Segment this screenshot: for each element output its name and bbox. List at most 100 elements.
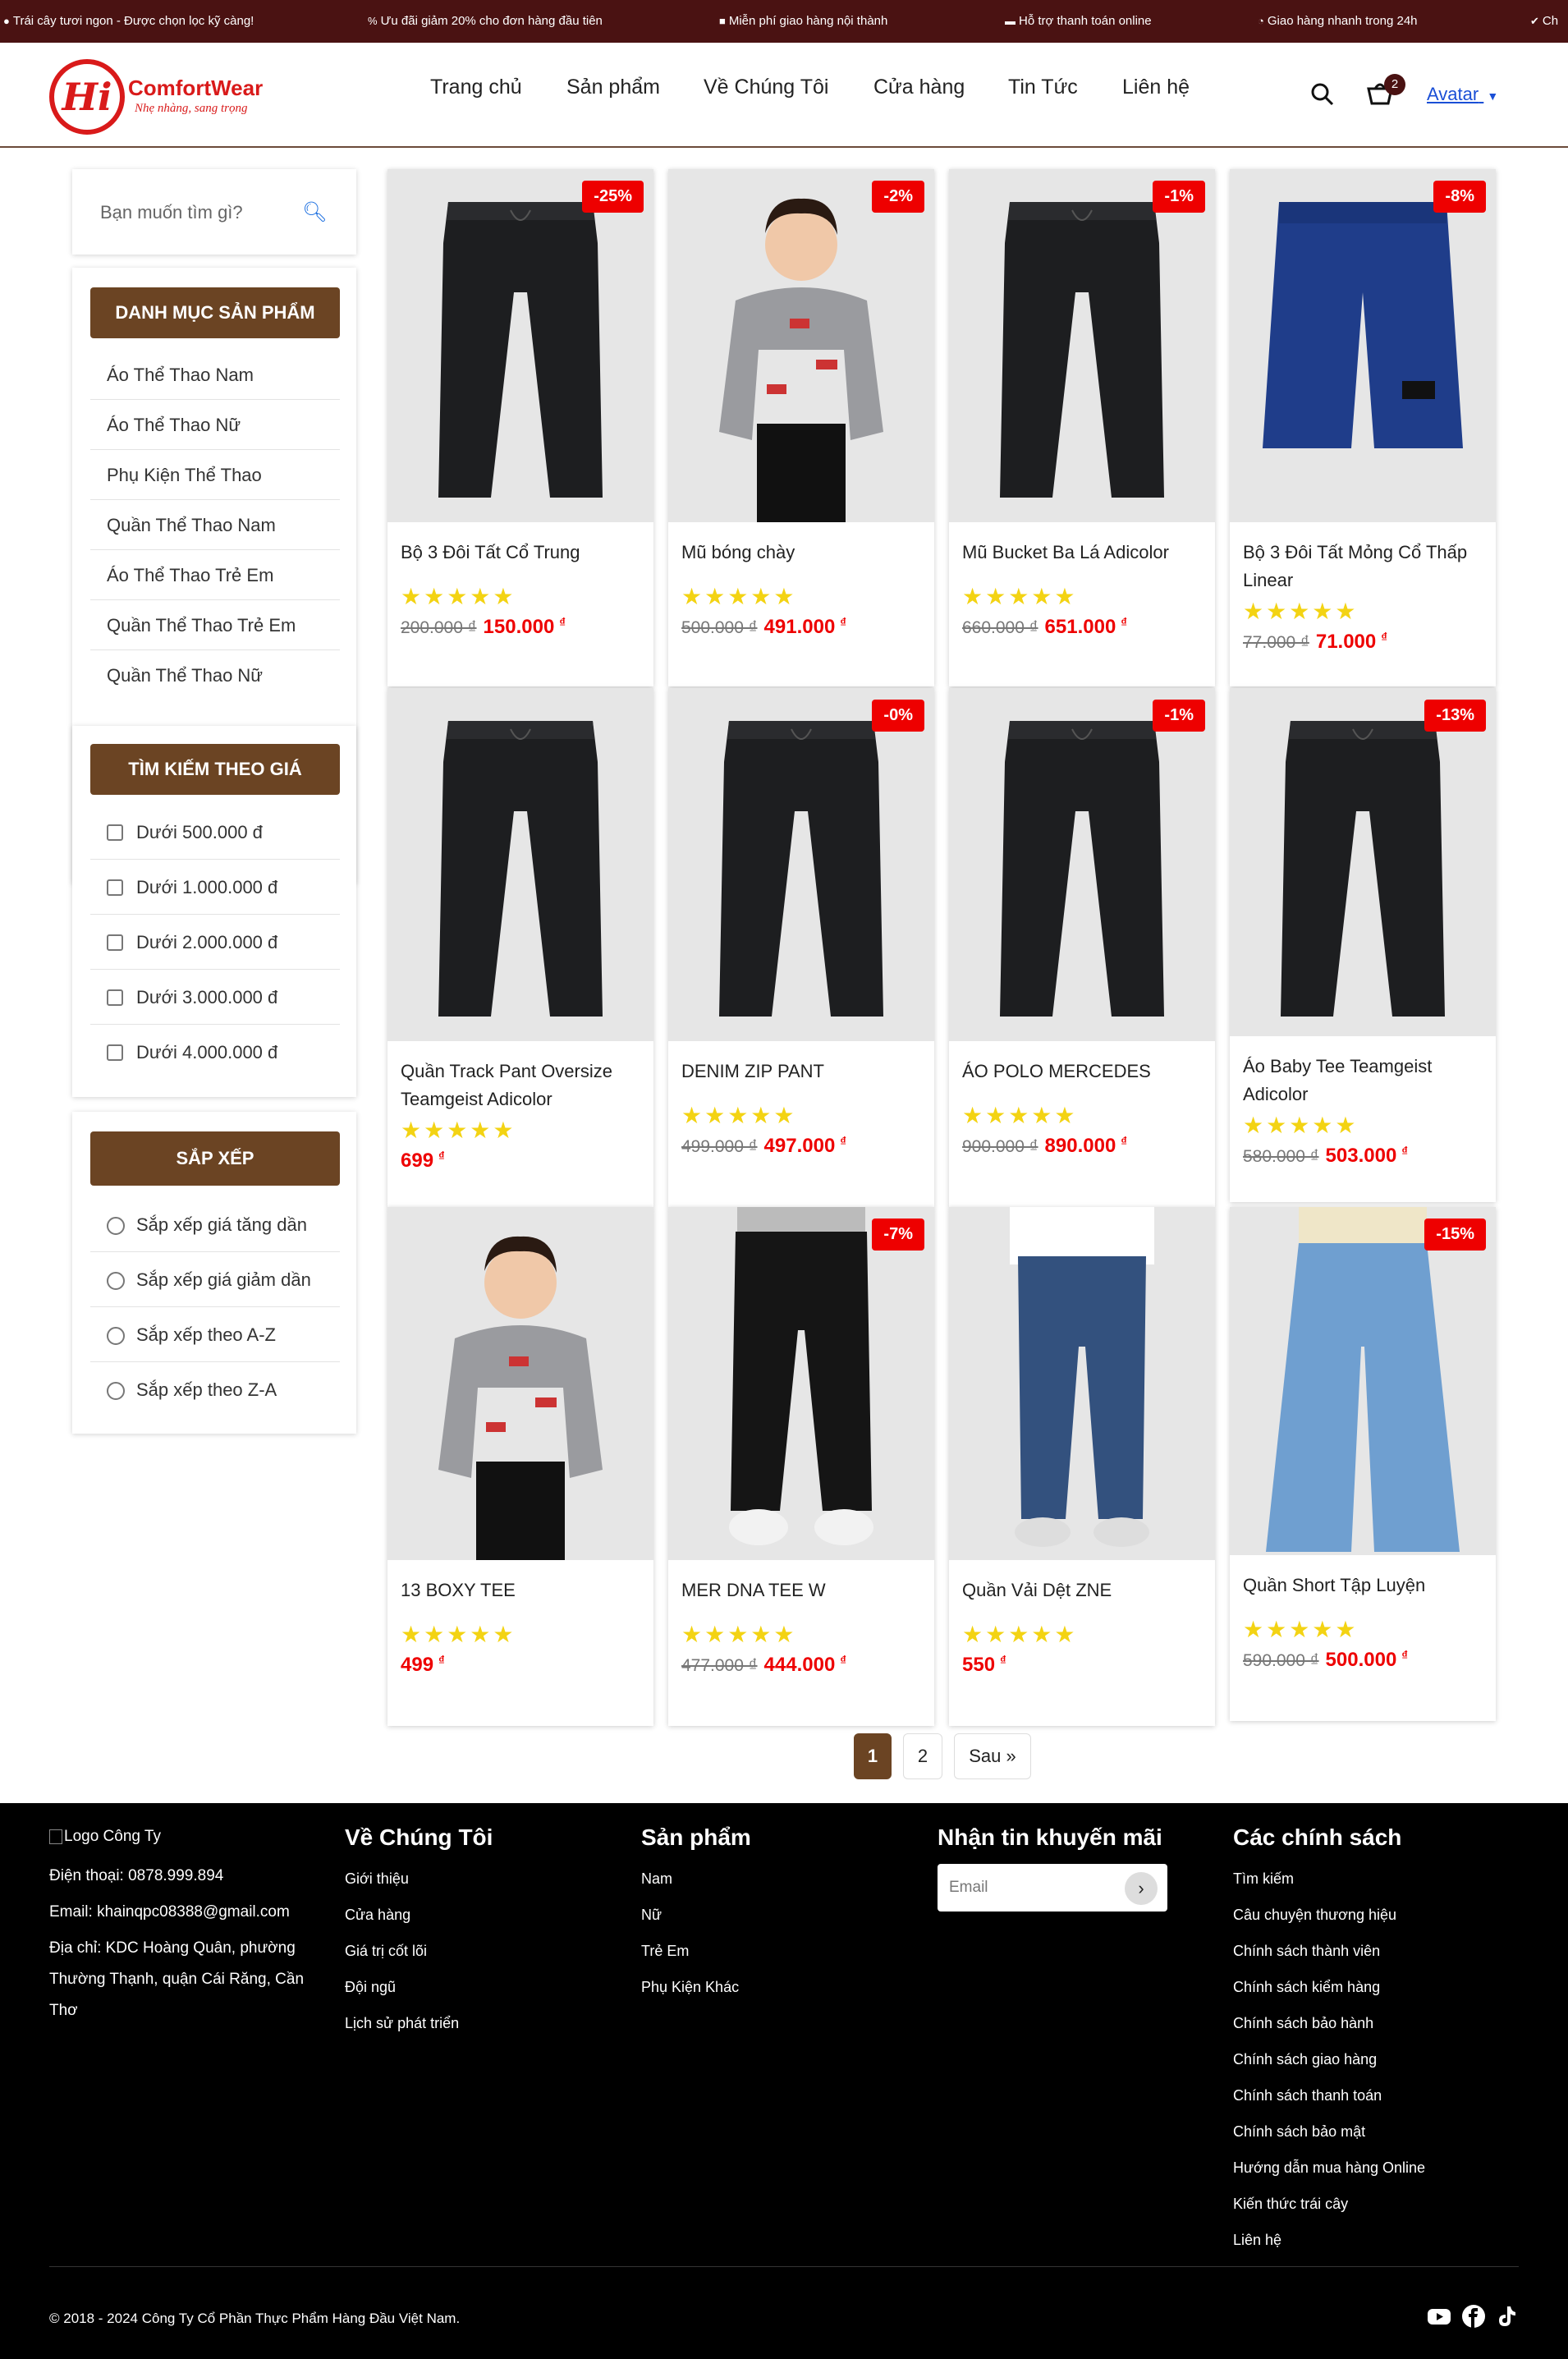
category-item[interactable]: Áo Thể Thao Nam [90,350,340,400]
footer-link[interactable]: Liên hệ [1233,2232,1281,2249]
product-name[interactable]: Quần Vải Dệt ZNE [962,1576,1202,1604]
checkbox[interactable] [107,879,123,896]
chevron-right-icon[interactable]: › [1125,1872,1158,1905]
sidebar-search[interactable]: Bạn muốn tìm gì? 🔍︎ [72,169,356,255]
product-image[interactable] [387,1207,653,1560]
product-card[interactable]: -1% ÁO POLO MERCEDES ★★★★★ 900.000 ₫ 890.000… [949,688,1215,1207]
nav-about[interactable]: Về Chúng Tôi [704,76,828,99]
product-card[interactable]: Quần Track Pant Oversize Teamgeist Adico… [387,688,653,1207]
next-page-button[interactable]: Sau » [954,1733,1031,1779]
footer-link[interactable]: Chính sách bảo mật [1233,2123,1365,2141]
price-filter-option[interactable]: Dưới 4.000.000 đ [90,1025,340,1080]
product-image[interactable] [668,1207,934,1560]
nav-products[interactable]: Sản phẩm [566,76,660,99]
product-image[interactable] [387,688,653,1041]
footer-link[interactable]: Giới thiệu [345,1870,409,1888]
category-item[interactable]: Phụ Kiện Thể Thao [90,450,340,500]
price-filter-option[interactable]: Dưới 2.000.000 đ [90,915,340,970]
youtube-icon[interactable] [1427,2304,1451,2329]
footer-link[interactable]: Hướng dẫn mua hàng Online [1233,2159,1425,2177]
price-filter-option[interactable]: Dưới 1.000.000 đ [90,860,340,915]
product-name[interactable]: 13 BOXY TEE [401,1576,640,1604]
footer-link[interactable]: Chính sách bảo hành [1233,2015,1373,2032]
product-card[interactable]: Quần Vải Dệt ZNE ★★★★★ 550 ₫ [949,1207,1215,1726]
product-name[interactable]: Áo Baby Tee Teamgeist Adicolor [1243,1053,1483,1108]
search-icon[interactable]: 🔍︎ [302,200,327,224]
category-item[interactable]: Áo Thể Thao Trẻ Em [90,550,340,600]
sort-option[interactable]: Sắp xếp giá tăng dần [90,1197,340,1252]
search-input[interactable]: Bạn muốn tìm gì? [100,202,243,223]
tiktok-icon[interactable] [1494,2304,1519,2329]
sort-option[interactable]: Sắp xếp theo Z-A [90,1362,340,1417]
product-name[interactable]: Quần Short Tập Luyện [1243,1572,1483,1599]
product-card[interactable]: -0% DENIM ZIP PANT ★★★★★ 499.000 ₫ 497.000 ₫ [668,688,934,1207]
footer-link[interactable]: Trẻ Em [641,1943,689,1960]
price-filter-option[interactable]: Dưới 500.000 đ [90,805,340,860]
product-name[interactable]: Mũ Bucket Ba Lá Adicolor [962,539,1202,567]
category-item[interactable]: Áo Thể Thao Nữ [90,400,340,450]
radio-button[interactable] [107,1327,125,1345]
product-name[interactable]: MER DNA TEE W [681,1576,921,1604]
checkbox[interactable] [107,989,123,1006]
page-button-2[interactable]: 2 [903,1733,942,1779]
product-name[interactable]: Mũ bóng chày [681,539,921,567]
sort-option[interactable]: Sắp xếp giá giảm dần [90,1252,340,1307]
footer-link[interactable]: Đội ngũ [345,1979,396,1996]
radio-button[interactable] [107,1272,125,1290]
product-image[interactable] [949,169,1215,522]
product-name[interactable]: Quần Track Pant Oversize Teamgeist Adico… [401,1058,640,1113]
product-image[interactable] [668,688,934,1041]
sort-option[interactable]: Sắp xếp theo A-Z [90,1307,340,1362]
price-filter-option[interactable]: Dưới 3.000.000 đ [90,970,340,1025]
footer-link[interactable]: Chính sách thanh toán [1233,2087,1382,2104]
product-card[interactable]: -8% Bộ 3 Đôi Tất Mỏng Cổ Thấp Linear ★★★★★… [1230,169,1496,686]
product-card[interactable]: -7% MER DNA TEE W ★★★★★ 477.000 ₫ 444.000 ₫ [668,1207,934,1726]
nav-home[interactable]: Trang chủ [430,76,522,99]
radio-button[interactable] [107,1217,125,1235]
checkbox[interactable] [107,1044,123,1061]
footer-link[interactable]: Kiến thức trái cây [1233,2196,1348,2213]
footer-link[interactable]: Chính sách kiểm hàng [1233,1979,1380,1996]
brand-logo[interactable]: Hi ComfortWear Nhẹ nhàng, sang trọng [49,59,271,135]
footer-link[interactable]: Nữ [641,1907,662,1924]
product-name[interactable]: Bộ 3 Đôi Tất Mỏng Cổ Thấp Linear [1243,539,1483,594]
footer-link[interactable]: Tìm kiếm [1233,1870,1294,1888]
footer-link[interactable]: Giá trị cốt lõi [345,1943,427,1960]
product-image[interactable] [949,1207,1215,1560]
product-card[interactable]: -25% Bộ 3 Đôi Tất Cổ Trung ★★★★★ 200.000 ₫ 1… [387,169,653,686]
user-avatar-dropdown[interactable]: Avatar ▼ [1427,84,1498,105]
facebook-icon[interactable] [1461,2304,1486,2329]
checkbox[interactable] [107,824,123,841]
category-item[interactable]: Quần Thể Thao Nữ [90,650,340,700]
footer-link[interactable]: Cửa hàng [345,1907,410,1924]
search-icon[interactable] [1310,82,1335,107]
product-image[interactable] [1230,1207,1496,1555]
product-image[interactable] [668,169,934,522]
product-image[interactable] [387,169,653,522]
checkbox[interactable] [107,934,123,951]
footer-link[interactable]: Chính sách giao hàng [1233,2051,1377,2068]
nav-contact[interactable]: Liên hệ [1122,76,1190,99]
product-card[interactable]: -15% Quần Short Tập Luyện ★★★★★ 590.000 ₫ 50… [1230,1207,1496,1721]
product-image[interactable] [1230,169,1496,522]
footer-link[interactable]: Chính sách thành viên [1233,1943,1380,1960]
nav-stores[interactable]: Cửa hàng [873,76,965,99]
product-name[interactable]: ÁO POLO MERCEDES [962,1058,1202,1085]
footer-link[interactable]: Lịch sử phát triển [345,2015,459,2032]
product-name[interactable]: DENIM ZIP PANT [681,1058,921,1085]
footer-link[interactable]: Nam [641,1870,672,1888]
category-item[interactable]: Quần Thể Thao Trẻ Em [90,600,340,650]
product-card[interactable]: -13% Áo Baby Tee Teamgeist Adicolor ★★★★★ 5… [1230,688,1496,1202]
product-image[interactable] [949,688,1215,1041]
category-item[interactable]: Quần Thể Thao Nam [90,500,340,550]
page-button-1[interactable]: 1 [854,1733,892,1779]
product-image[interactable] [1230,688,1496,1036]
radio-button[interactable] [107,1382,125,1400]
product-card[interactable]: -2% Mũ bóng chày ★★★★★ 500.000 ₫ 491.000 ₫ [668,169,934,686]
product-card[interactable]: -1% Mũ Bucket Ba Lá Adicolor ★★★★★ 660.000 … [949,169,1215,686]
newsletter-email-input[interactable]: Email [949,1879,988,1897]
footer-link[interactable]: Câu chuyện thương hiệu [1233,1907,1396,1924]
product-name[interactable]: Bộ 3 Đôi Tất Cổ Trung [401,539,640,567]
nav-news[interactable]: Tin Tức [1008,76,1078,99]
footer-link[interactable]: Phụ Kiện Khác [641,1979,739,1996]
